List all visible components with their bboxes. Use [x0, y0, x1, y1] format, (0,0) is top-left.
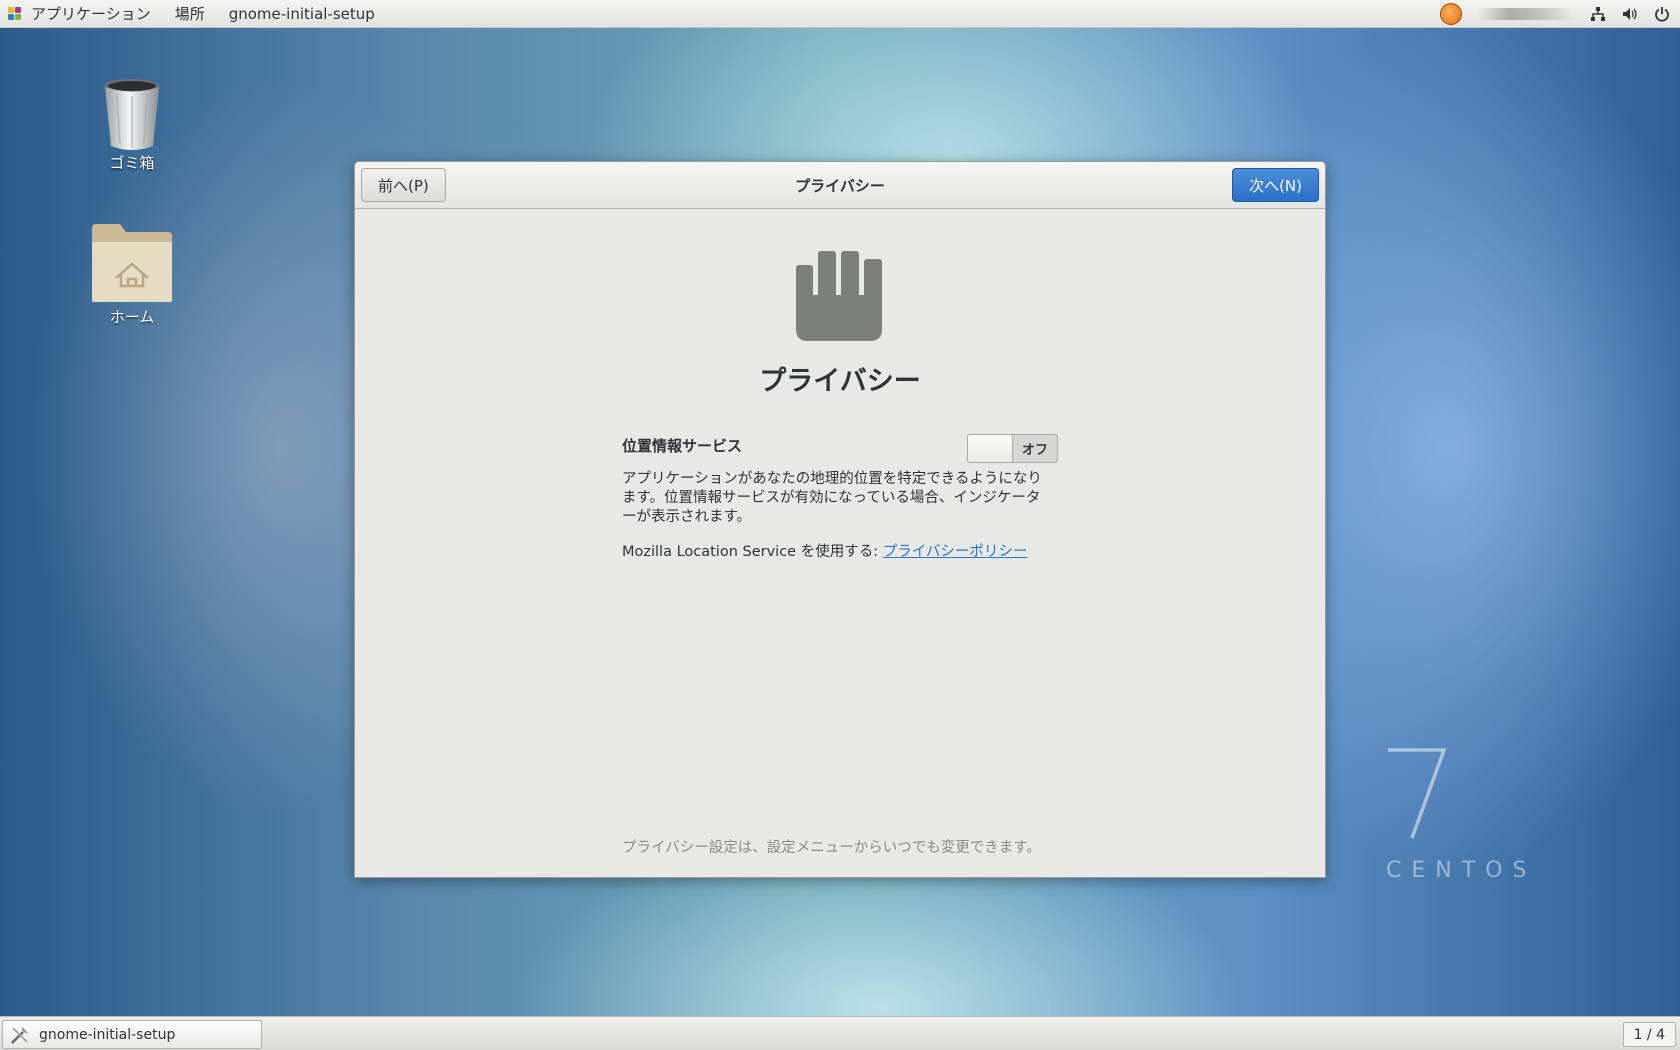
- desktop-icon-trash[interactable]: ゴミ箱: [77, 78, 187, 173]
- system-tray: [1432, 0, 1680, 28]
- taskbar-window-button[interactable]: gnome-initial-setup: [2, 1020, 262, 1049]
- location-services-switch[interactable]: オフ: [967, 434, 1058, 463]
- user-name-blurred[interactable]: [1478, 8, 1574, 20]
- volume-icon[interactable]: [1622, 6, 1638, 22]
- switch-state-label: オフ: [1021, 443, 1048, 458]
- privacy-hand-icon: [796, 251, 884, 343]
- centos-wordmark: CENTOS: [1386, 858, 1537, 883]
- network-icon[interactable]: [1590, 6, 1606, 22]
- page-heading: プライバシー: [759, 366, 921, 397]
- places-menu-label: 場所: [174, 5, 205, 23]
- top-panel: アプリケーション 場所 gnome-initial-setup: [0, 0, 1680, 28]
- desktop-icon-label: ゴミ箱: [109, 154, 155, 172]
- power-icon[interactable]: [1654, 6, 1670, 22]
- switch-knob: [968, 435, 1013, 462]
- window-title: プライバシー: [795, 177, 885, 195]
- places-menu[interactable]: 場所: [163, 0, 217, 28]
- location-services-label: 位置情報サービス: [622, 437, 743, 455]
- footer-note: プライバシー設定は、設定メニューからいつでも変更できます。: [622, 840, 1041, 856]
- location-services-description: アプリケーションがあなたの地理的位置を特定できるようになります。位置情報サービス…: [622, 471, 1042, 525]
- initial-setup-window: 前へ(P) プライバシー 次へ(N) プライバシー 位置情報サービス オフ アプ…: [354, 161, 1326, 878]
- home-folder-icon: [90, 222, 174, 304]
- applications-menu[interactable]: アプリケーション: [0, 0, 163, 28]
- privacy-page: プライバシー 位置情報サービス オフ アプリケーションがあなたの地理的位置を特定…: [355, 209, 1325, 877]
- next-button[interactable]: 次へ(N): [1232, 168, 1319, 202]
- back-button[interactable]: 前へ(P): [361, 168, 446, 202]
- desktop-icon-label: ホーム: [109, 308, 155, 326]
- gnome-apps-icon: [8, 6, 22, 21]
- bottom-panel: gnome-initial-setup 1 / 4: [0, 1016, 1680, 1050]
- header-bar: 前へ(P) プライバシー 次へ(N): [355, 162, 1325, 209]
- active-app-menu[interactable]: gnome-initial-setup: [217, 0, 387, 28]
- active-app-label: gnome-initial-setup: [228, 4, 375, 23]
- centos-seven-logo: [1384, 746, 1454, 842]
- privacy-policy-link[interactable]: プライバシーポリシー: [883, 544, 1028, 560]
- user-avatar[interactable]: [1440, 3, 1462, 25]
- mozilla-location-line: Mozilla Location Service を使用する: プライバシーポリ…: [622, 540, 1027, 561]
- taskbar-window-label: gnome-initial-setup: [39, 1026, 176, 1043]
- trash-icon: [103, 78, 161, 150]
- mozilla-location-text: Mozilla Location Service を使用する:: [622, 544, 879, 560]
- workspace-indicator[interactable]: 1 / 4: [1622, 1022, 1676, 1047]
- blurred-username: [1478, 8, 1574, 20]
- avatar-icon: [1440, 3, 1462, 25]
- setup-tools-icon: [9, 1024, 31, 1046]
- desktop-icon-home[interactable]: ホーム: [77, 222, 187, 327]
- applications-menu-label: アプリケーション: [31, 5, 151, 23]
